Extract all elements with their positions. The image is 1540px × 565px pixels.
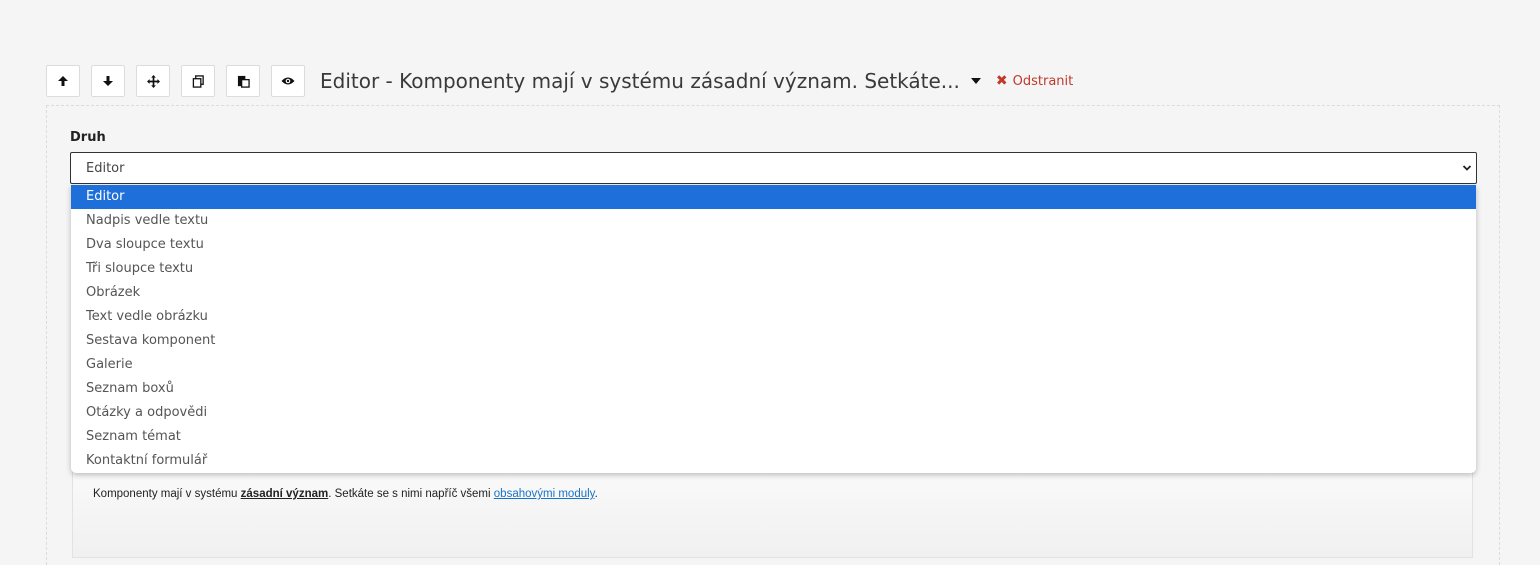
collapse-toggle[interactable] xyxy=(970,77,982,85)
select-value: Editor xyxy=(86,161,125,176)
move-up-button[interactable] xyxy=(46,65,80,97)
dropdown-option[interactable]: Tři sloupce textu xyxy=(71,257,1476,281)
component-title: Editor - Komponenty mají v systému zásad… xyxy=(320,69,960,93)
dropdown-option[interactable]: Dva sloupce textu xyxy=(71,233,1476,257)
dropdown-option[interactable]: Obrázek xyxy=(71,281,1476,305)
move-icon xyxy=(146,74,160,88)
close-icon: ✖ xyxy=(995,73,1008,89)
drag-button[interactable] xyxy=(136,65,170,97)
druh-select[interactable]: Editor xyxy=(70,152,1477,184)
dropdown-option[interactable]: Editor xyxy=(71,185,1476,209)
move-down-button[interactable] xyxy=(91,65,125,97)
paste-button[interactable] xyxy=(226,65,260,97)
editor-content-area[interactable] xyxy=(72,468,1473,558)
editor-text[interactable]: Komponenty mají v systému zásadní význam… xyxy=(93,488,598,500)
druh-label: Druh xyxy=(70,130,106,145)
dropdown-option[interactable]: Seznam témat xyxy=(71,425,1476,449)
dropdown-option[interactable]: Sestava komponent xyxy=(71,329,1476,353)
chevron-down-icon xyxy=(1462,165,1472,171)
arrow-up-icon xyxy=(58,76,68,86)
editor-link[interactable]: obsahovými moduly xyxy=(494,488,595,500)
editor-bold-text: zásadní význam xyxy=(240,488,329,500)
editor-text-end: . xyxy=(594,488,598,500)
component-toolbar: Editor - Komponenty mají v systému zásad… xyxy=(46,64,1073,98)
editor-text-middle: . Setkáte se s nimi napříč všemi xyxy=(328,488,494,500)
druh-dropdown-list: Editor Nadpis vedle textu Dva sloupce text… xyxy=(71,185,1476,473)
preview-button[interactable] xyxy=(271,65,305,97)
eye-icon xyxy=(281,77,295,85)
arrow-down-icon xyxy=(103,76,113,86)
dropdown-option[interactable]: Seznam boxů xyxy=(71,377,1476,401)
dropdown-option[interactable]: Galerie xyxy=(71,353,1476,377)
dropdown-option[interactable]: Text vedle obrázku xyxy=(71,305,1476,329)
dropdown-option[interactable]: Nadpis vedle textu xyxy=(71,209,1476,233)
caret-down-icon xyxy=(970,78,981,84)
dropdown-option[interactable]: Kontaktní formulář xyxy=(71,449,1476,473)
remove-label: Odstranit xyxy=(1012,73,1074,89)
editor-text-start: Komponenty mají v systému xyxy=(93,488,241,500)
dropdown-option[interactable]: Otázky a odpovědi xyxy=(71,401,1476,425)
copy-icon xyxy=(192,74,204,88)
remove-button[interactable]: ✖ Odstranit xyxy=(996,73,1073,89)
paste-icon xyxy=(237,75,250,88)
duplicate-button[interactable] xyxy=(181,65,215,97)
